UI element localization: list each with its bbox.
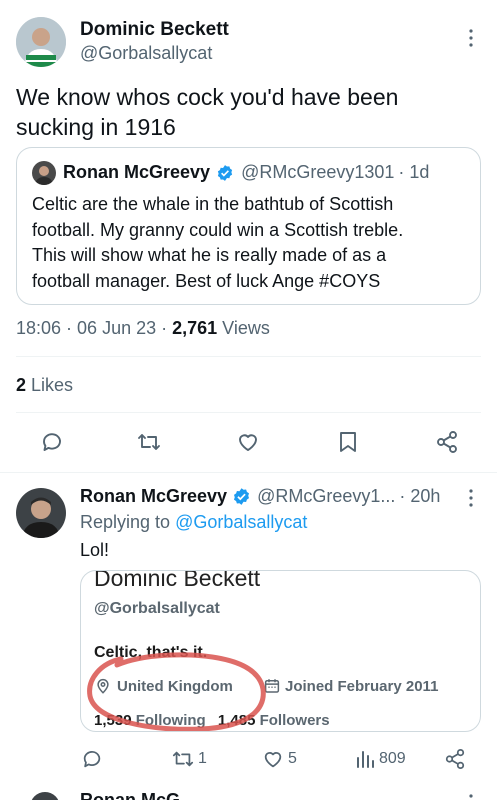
reply-time: · 20h — [399, 486, 441, 506]
retweet-icon — [170, 748, 196, 770]
reply-text: Lol! — [80, 540, 110, 560]
likes-stat[interactable]: 2 Likes — [16, 375, 73, 396]
views-label: Views — [217, 318, 270, 338]
quote-author-name: Ronan McGreevy — [63, 162, 211, 182]
quote-author-handle: @RMcGreevy1301 — [241, 162, 395, 182]
quote-text-line: football manager. Best of luck Ange #COY… — [32, 270, 381, 291]
verified-icon — [232, 487, 251, 506]
next-author-name[interactable]: Ronan McG — [80, 790, 180, 800]
divider — [16, 356, 481, 357]
reply-author-handle[interactable]: @RMcGreevy1... — [257, 486, 395, 507]
more-icon[interactable] — [466, 488, 476, 508]
reply-icon[interactable] — [79, 746, 105, 772]
retweet-action[interactable]: 1 — [170, 746, 207, 772]
tweet-text-line: sucking in 1916 — [16, 114, 176, 140]
attached-image[interactable]: Dominic Beckett @Gorbalsallycat Celtic, … — [80, 570, 481, 732]
like-count: 5 — [288, 750, 297, 767]
tweet-text-line: We know whos cock you'd have been — [16, 84, 399, 110]
replying-handle-link[interactable]: @Gorbalsallycat — [175, 512, 307, 532]
next-avatar[interactable] — [30, 792, 60, 800]
replying-prefix: Replying to — [80, 512, 176, 532]
retweet-icon[interactable] — [135, 428, 163, 456]
quote-tweet[interactable]: Ronan McGreevy @RMcGreevy1301 · 1d Celti… — [16, 147, 481, 305]
quote-text-line: This will show what he is really made of… — [32, 245, 387, 265]
views-action[interactable]: 809 — [355, 746, 406, 772]
verified-icon — [216, 164, 234, 182]
replying-to: Replying to @Gorbalsallycat — [80, 512, 307, 533]
quote-time: · 1d — [398, 162, 430, 182]
tweet-text: We know whos cock you'd have been suckin… — [16, 82, 486, 142]
divider — [0, 472, 497, 473]
author-handle[interactable]: @Gorbalsallycat — [80, 43, 212, 64]
retweet-count: 1 — [198, 750, 207, 767]
quote-avatar — [32, 161, 56, 185]
divider — [16, 412, 481, 413]
like-icon[interactable] — [234, 428, 262, 456]
reply-author-name[interactable]: Ronan McGreevy — [80, 486, 227, 507]
views-count: 809 — [379, 750, 406, 767]
quote-text-line: football. My granny could win a Scottish… — [32, 219, 404, 240]
quote-text: Celtic are the whale in the bathtub of S… — [32, 192, 472, 294]
tweet-meta: 18:06 · 06 Jun 23 · 2,761 Views — [16, 318, 270, 339]
author-name[interactable]: Dominic Beckett — [80, 19, 229, 41]
more-icon[interactable] — [466, 792, 476, 800]
like-action[interactable]: 5 — [262, 746, 297, 772]
more-icon[interactable] — [466, 28, 476, 48]
bookmark-icon[interactable] — [334, 428, 362, 456]
share-icon[interactable] — [442, 746, 468, 772]
reply-avatar[interactable] — [16, 488, 66, 538]
reply-icon[interactable] — [38, 428, 66, 456]
views-count: 2,761 — [172, 318, 218, 338]
likes-label: Likes — [26, 375, 74, 395]
likes-count: 2 — [16, 375, 27, 395]
like-icon — [262, 748, 284, 770]
share-icon[interactable] — [433, 428, 461, 456]
quote-text-line: Celtic are the whale in the bathtub of S… — [32, 194, 394, 214]
tweet-timestamp[interactable]: 18:06 · 06 Jun 23 · — [16, 318, 172, 338]
avatar[interactable] — [16, 17, 66, 67]
red-circle-annotation — [87, 652, 266, 731]
views-icon — [355, 749, 375, 769]
